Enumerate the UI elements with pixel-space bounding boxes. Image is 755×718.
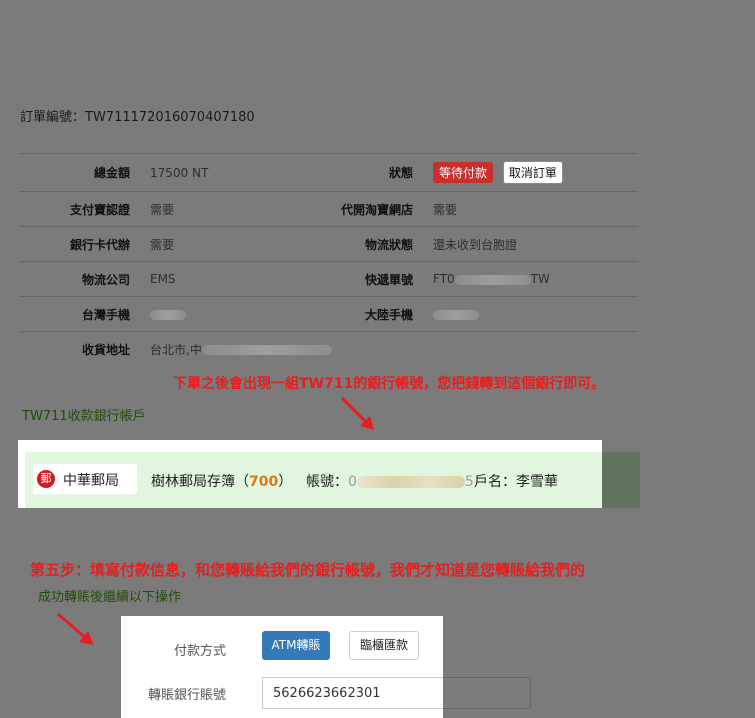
card-value: 需要: [150, 226, 298, 262]
tw-phone-value: [150, 296, 298, 332]
express-label: 快遞單號: [298, 261, 433, 297]
transfer-account-input[interactable]: 5626623662301: [262, 677, 443, 709]
address-prefix: 台北市,中: [150, 342, 202, 357]
account-holder: 戶名：李雪華: [474, 474, 558, 490]
table-row: 台灣手機 大陸手機: [20, 296, 638, 332]
pay-verify-value: 需要: [150, 191, 298, 227]
express-value: FT0 TW: [433, 261, 638, 297]
passbook-label: 樹林郵局存簿（: [151, 474, 249, 490]
bank-section-label: TW711收款銀行帳戶: [22, 409, 146, 424]
order-number-label: 訂單編號：: [20, 110, 86, 125]
order-number-value: TW711172016070407180: [85, 110, 255, 125]
address-label: 收貨地址: [20, 331, 150, 366]
express-prefix: FT0: [433, 272, 455, 286]
address-value: 台北市,中: [150, 331, 638, 366]
status-cell: 等待付款 取消訂單: [433, 153, 638, 192]
company-value: EMS: [150, 261, 298, 297]
pay-verify-label: 支付寶認證: [20, 191, 150, 227]
cn-phone-label: 大陸手機: [298, 296, 433, 332]
annotation-note-2: 第五步：填寫付款信息，和您轉賬給我們的銀行帳號，我們才知道是您轉賬給我們的: [30, 561, 586, 579]
success-note: 成功轉賬後繼續以下操作: [38, 590, 182, 605]
cancel-order-button[interactable]: 取消訂單: [502, 161, 563, 184]
total-value: 17500 NT: [150, 153, 298, 192]
chunghwa-post-logo: 郵 中華郵局: [33, 464, 137, 494]
passbook-info: 樹林郵局存簿（700）: [151, 471, 292, 491]
passbook-close: ）: [278, 474, 293, 490]
post-logo-icon: 郵: [37, 470, 55, 488]
redacted-blur: [150, 309, 186, 320]
redacted-blur: [356, 476, 465, 488]
cn-phone-value: [433, 296, 638, 332]
table-row: 總金額 17500 NT 狀態 等待付款 取消訂單: [20, 153, 638, 192]
redacted-blur: [201, 345, 332, 355]
table-row: 銀行卡代辦 需要 物流狀態 還未收到台胞證: [20, 226, 638, 262]
bank-account-panel: 郵 中華郵局 樹林郵局存簿（700） 帳號：0 5 戶名：李雪華: [25, 452, 602, 508]
status-label: 狀態: [298, 153, 433, 192]
bank-account-box: 郵 中華郵局 樹林郵局存簿（700） 帳號：0 5 戶名：李雪華: [18, 440, 602, 508]
redacted-blur: [454, 274, 531, 285]
post-logo-text: 中華郵局: [63, 473, 119, 489]
annotation-note-1: 下單之後會出現一組TW711的銀行帳號，您把錢轉到這個銀行即可。: [173, 376, 606, 392]
bank-box-shadow: [600, 452, 640, 508]
table-row: 收貨地址 台北市,中: [20, 331, 638, 366]
account-info: 帳號：0 5: [306, 471, 474, 491]
card-label: 銀行卡代辦: [20, 226, 150, 262]
arrow-down-right-icon: [57, 612, 94, 645]
account-prefix: 0: [348, 474, 357, 490]
arrow-down-right-icon: [340, 396, 374, 430]
logistics-value: 還未收到台胞證: [433, 226, 638, 262]
atm-transfer-button[interactable]: ATM轉賬: [262, 631, 330, 660]
taobao-value: 需要: [433, 191, 638, 227]
express-suffix: TW: [530, 272, 550, 286]
payment-method-label: 付款方式: [174, 644, 227, 659]
account-input-edge: [443, 677, 531, 709]
logistics-label: 物流狀態: [298, 226, 433, 262]
company-label: 物流公司: [20, 261, 150, 297]
counter-remittance-button[interactable]: 臨櫃匯款: [349, 631, 419, 660]
passbook-code: 700: [249, 474, 279, 490]
order-number: 訂單編號：TW711172016070407180: [20, 106, 255, 125]
redacted-blur: [433, 309, 479, 320]
status-badge: 等待付款: [433, 162, 494, 183]
transfer-account-label: 轉賬銀行賬號: [148, 688, 227, 703]
total-label: 總金額: [20, 153, 150, 192]
table-row: 物流公司 EMS 快遞單號 FT0 TW: [20, 261, 638, 297]
order-info-table: 總金額 17500 NT 狀態 等待付款 取消訂單 支付寶認證 需要 代開淘寶網…: [20, 153, 638, 366]
account-label: 帳號：: [306, 474, 348, 490]
taobao-label: 代開淘寶網店: [298, 191, 433, 227]
payment-form: 付款方式 ATM轉賬 臨櫃匯款 轉賬銀行賬號 5626623662301: [121, 616, 443, 718]
table-row: 支付寶認證 需要 代開淘寶網店 需要: [20, 191, 638, 227]
account-suffix: 5: [464, 474, 474, 490]
tw-phone-label: 台灣手機: [20, 296, 150, 332]
